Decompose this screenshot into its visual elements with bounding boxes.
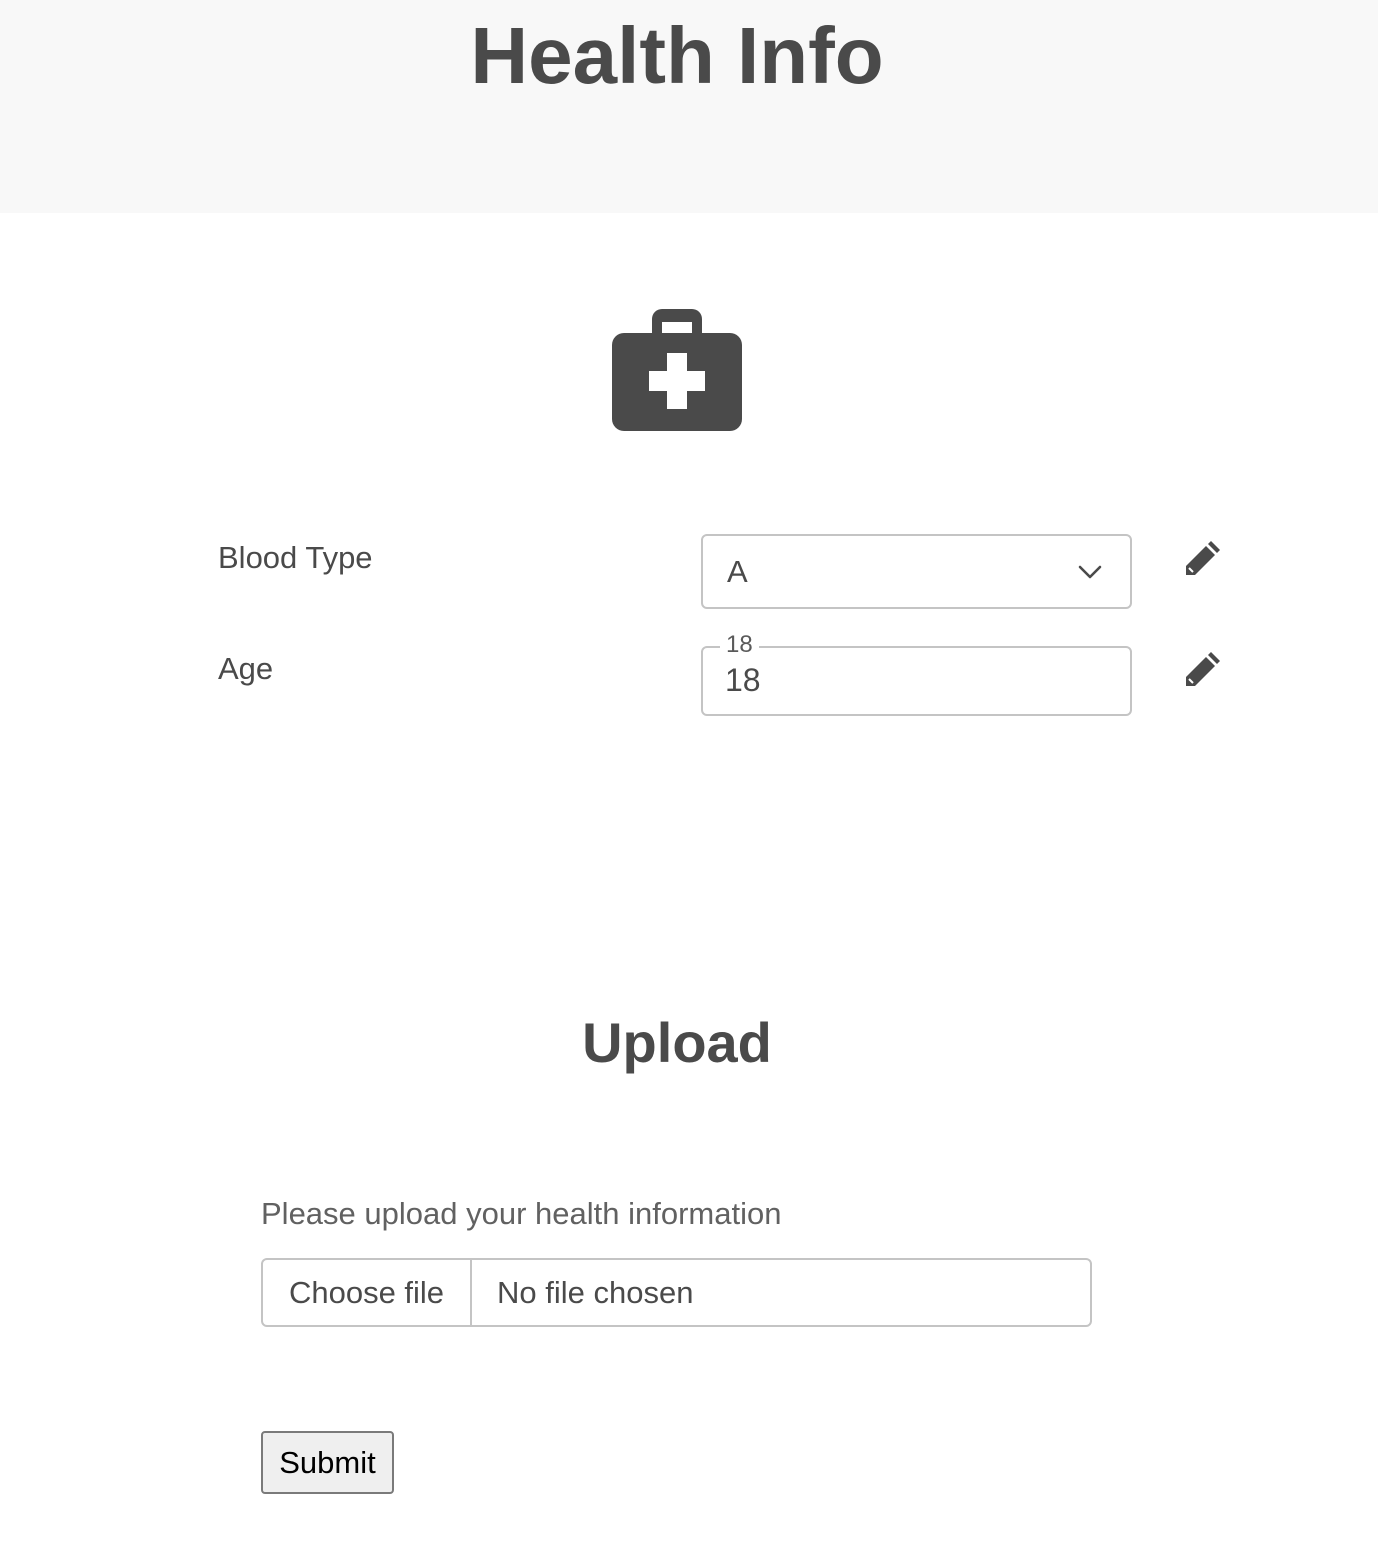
submit-button[interactable]: Submit [261, 1431, 394, 1494]
blood-type-value: A [727, 554, 748, 589]
age-value: 18 [725, 662, 761, 698]
file-upload-input[interactable]: Choose file No file chosen [261, 1258, 1092, 1327]
edit-blood-type-pencil-icon[interactable] [1182, 537, 1224, 579]
blood-type-select[interactable]: A [701, 534, 1132, 609]
page-title: Health Info [470, 11, 884, 100]
upload-hint: Please upload your health information [261, 1196, 782, 1231]
age-label: Age [218, 651, 274, 686]
chevron-down-icon [1078, 565, 1102, 579]
age-input[interactable]: 18 18 [701, 631, 1132, 716]
age-floating-label: 18 [720, 631, 759, 659]
choose-file-button[interactable]: Choose file [263, 1260, 472, 1325]
page-header: Health Info [0, 0, 1378, 213]
blood-type-label: Blood Type [218, 540, 373, 575]
medical-kit-icon [612, 309, 742, 431]
edit-age-pencil-icon[interactable] [1182, 648, 1224, 690]
upload-section-title: Upload [582, 1011, 772, 1074]
file-status-text: No file chosen [497, 1274, 694, 1310]
